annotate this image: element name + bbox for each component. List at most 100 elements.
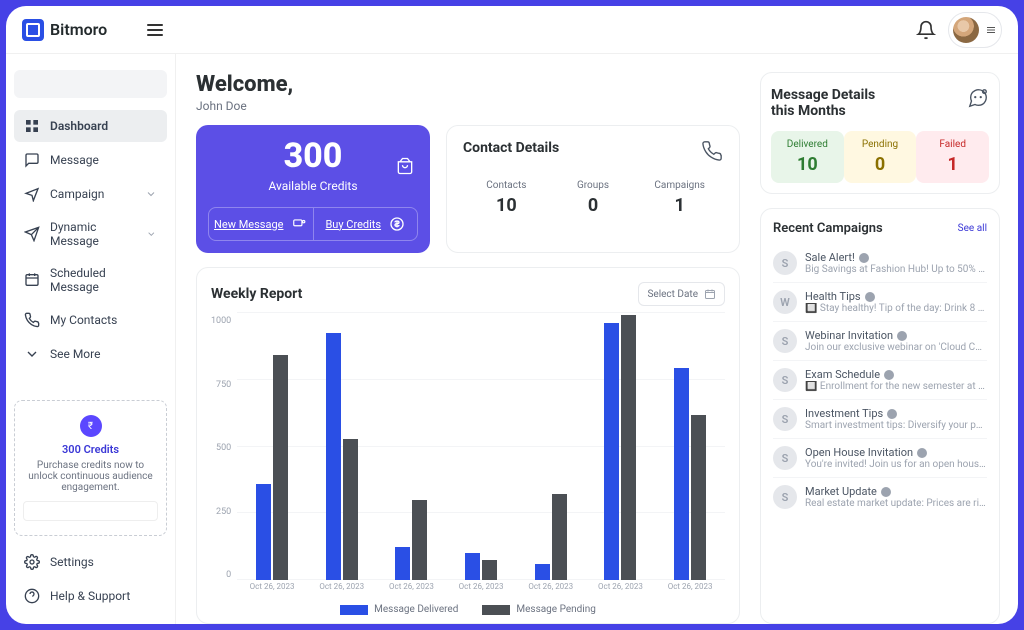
promo-title: 300 Credits	[23, 443, 158, 456]
nav-icon	[24, 226, 40, 242]
campaigns-title: Recent Campaigns	[773, 221, 883, 236]
nav-icon	[24, 186, 40, 202]
campaign-item[interactable]: SOpen House InvitationYou're invited! Jo…	[773, 438, 987, 477]
user-menu[interactable]	[948, 12, 1002, 48]
msg-stat-pending: Pending0	[844, 131, 917, 183]
welcome-user: John Doe	[196, 99, 740, 113]
credits-promo: ₹ 300 Credits Purchase credits now to un…	[14, 400, 167, 536]
select-date-button[interactable]: Select Date	[638, 282, 725, 306]
campaign-item[interactable]: SExam Schedule🔲 Enrollment for the new s…	[773, 360, 987, 399]
nav-icon	[24, 152, 40, 168]
promo-text: Purchase credits now to unlock continuou…	[23, 460, 158, 493]
avatar	[953, 17, 979, 43]
status-dot-icon	[859, 253, 869, 263]
bar	[552, 494, 567, 580]
buy-credits-button[interactable]: Buy Credits	[314, 208, 418, 240]
campaign-avatar: S	[773, 329, 797, 353]
nav-icon	[24, 554, 40, 570]
recent-campaigns-card: Recent Campaigns See all SSale Alert!Big…	[760, 208, 1000, 624]
campaign-avatar: S	[773, 407, 797, 431]
bar	[691, 415, 706, 580]
chat-icon	[967, 87, 989, 109]
campaign-avatar: S	[773, 368, 797, 392]
campaign-item[interactable]: SInvestment TipsSmart investment tips: D…	[773, 399, 987, 438]
message-details-title: Message Details this Months	[771, 87, 901, 119]
phone-icon	[701, 140, 723, 162]
bar	[395, 547, 410, 581]
see-all-link[interactable]: See all	[958, 223, 987, 234]
sidebar-item-campaign[interactable]: Campaign	[14, 178, 167, 210]
bar	[674, 368, 689, 580]
credits-badge-icon: ₹	[80, 415, 102, 437]
status-dot-icon	[881, 487, 891, 497]
nav-icon	[24, 312, 40, 328]
new-message-button[interactable]: New Message	[209, 208, 314, 240]
weekly-report-card: Weekly Report Select Date 10007505002500…	[196, 267, 740, 624]
credits-label: Available Credits	[268, 179, 357, 193]
bar	[326, 333, 341, 580]
contact-stat: Groups0	[550, 174, 637, 222]
bar	[621, 315, 636, 580]
hamburger-small-icon	[985, 24, 997, 36]
campaign-avatar: S	[773, 251, 797, 275]
status-dot-icon	[897, 331, 907, 341]
bar	[273, 355, 288, 580]
chevron-down-icon	[146, 228, 157, 240]
status-dot-icon	[865, 292, 875, 302]
campaign-avatar: W	[773, 290, 797, 314]
credits-value: 300	[268, 139, 357, 173]
sidebar-item-see-more[interactable]: See More	[14, 338, 167, 370]
msg-stat-failed: Failed1	[916, 131, 989, 183]
sidebar-item-settings[interactable]: Settings	[14, 546, 167, 578]
sidebar-toggle-icon[interactable]	[147, 24, 163, 36]
wallet-icon	[392, 156, 418, 176]
sidebar-item-message[interactable]: Message	[14, 144, 167, 176]
nav-icon	[24, 346, 40, 362]
msg-stat-delivered: Delivered10	[771, 131, 844, 183]
main-content: Welcome, John Doe 300 Available Credits	[176, 54, 1018, 624]
bar	[604, 323, 619, 580]
contact-details-card: Contact Details Contacts10Groups0Campaig…	[446, 125, 740, 253]
campaign-item[interactable]: SWebinar InvitationJoin our exclusive we…	[773, 321, 987, 360]
welcome-header: Welcome, John Doe	[196, 72, 740, 113]
topbar: Bitmoro	[6, 6, 1018, 54]
logo-mark-icon	[22, 19, 44, 41]
sidebar-item-dynamic-message[interactable]: Dynamic Message	[14, 212, 167, 256]
nav-icon	[24, 588, 40, 604]
brand-name: Bitmoro	[50, 20, 107, 39]
bar	[412, 500, 427, 580]
bar	[535, 564, 550, 580]
chart-legend: Message Delivered Message Pending	[211, 604, 725, 615]
status-dot-icon	[884, 370, 894, 380]
calendar-icon	[704, 288, 716, 300]
status-dot-icon	[887, 409, 897, 419]
sidebar-item-dashboard[interactable]: Dashboard	[14, 110, 167, 142]
campaign-avatar: S	[773, 485, 797, 509]
bar	[482, 560, 497, 580]
sidebar-item-scheduled-message[interactable]: Scheduled Message	[14, 258, 167, 302]
report-title: Weekly Report	[211, 286, 302, 302]
bar	[343, 439, 358, 580]
bar	[465, 553, 480, 580]
nav-icon	[24, 118, 40, 134]
contact-stat: Campaigns1	[636, 174, 723, 222]
org-selector[interactable]	[14, 70, 167, 98]
status-dot-icon	[917, 448, 927, 458]
promo-button[interactable]	[23, 501, 158, 521]
dollar-icon	[389, 216, 405, 232]
chevron-down-icon	[145, 188, 157, 200]
message-details-card: Message Details this Months Delivered10P…	[760, 72, 1000, 194]
bar	[256, 484, 271, 580]
notification-icon[interactable]	[916, 20, 936, 40]
sidebar-item-my-contacts[interactable]: My Contacts	[14, 304, 167, 336]
campaign-item[interactable]: SMarket UpdateReal estate market update:…	[773, 477, 987, 516]
campaign-item[interactable]: SSale Alert!Big Savings at Fashion Hub! …	[773, 244, 987, 282]
app-window: Bitmoro DashboardMessageCampaignDynamic …	[6, 6, 1018, 624]
contact-stat: Contacts10	[463, 174, 550, 222]
send-icon	[291, 217, 307, 231]
sidebar-item-help-support[interactable]: Help & Support	[14, 580, 167, 612]
campaign-item[interactable]: WHealth Tips🔲 Stay healthy! Tip of the d…	[773, 282, 987, 321]
logo[interactable]: Bitmoro	[22, 19, 107, 41]
sidebar: DashboardMessageCampaignDynamic MessageS…	[6, 54, 176, 624]
contact-details-title: Contact Details	[463, 140, 559, 156]
